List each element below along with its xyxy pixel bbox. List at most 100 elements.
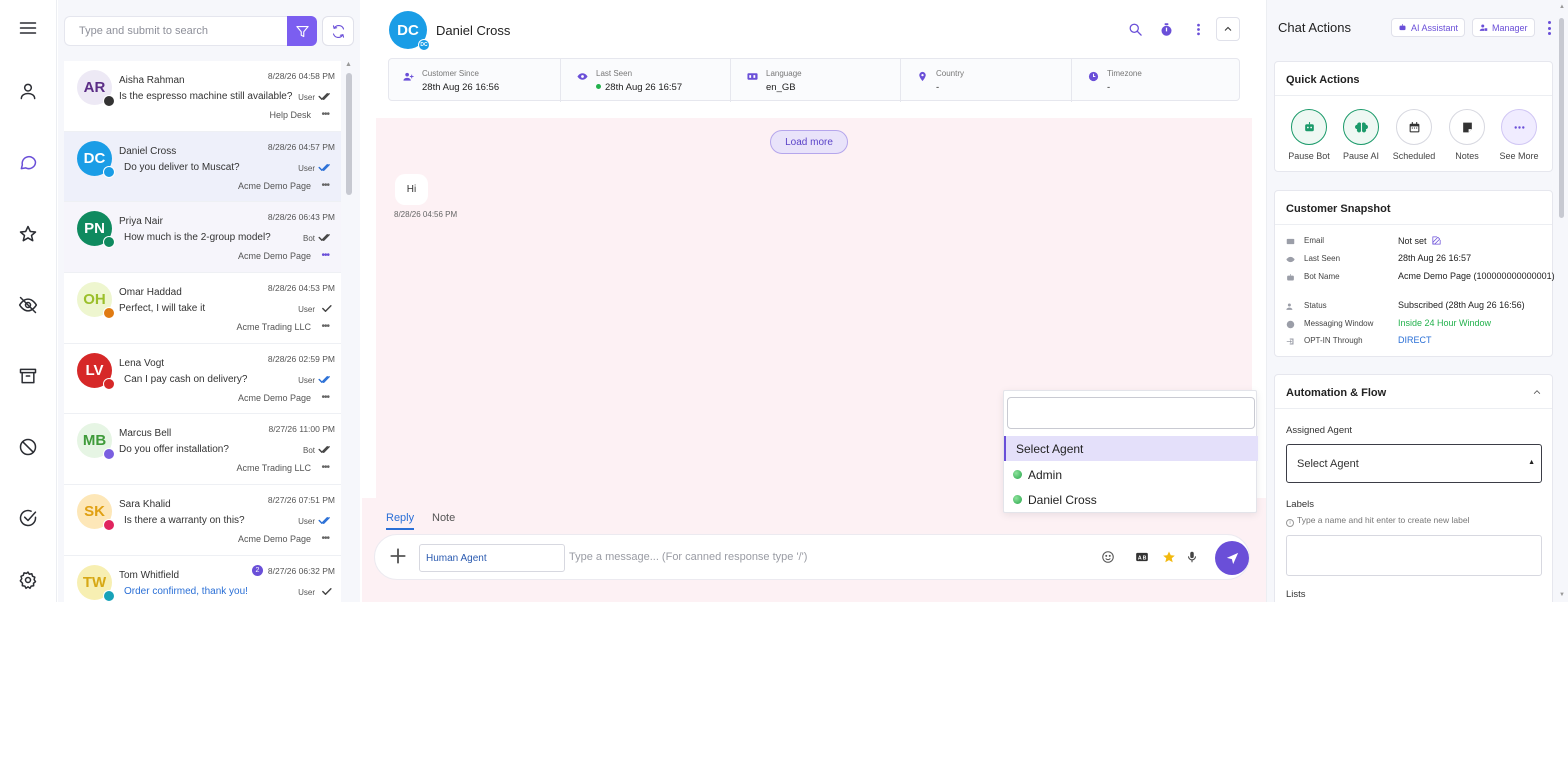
agent-dropdown-search[interactable] [1007, 397, 1255, 429]
contacts-icon[interactable] [16, 79, 40, 103]
conversation-item[interactable]: AR Aisha Rahman 8/28/26 04:58 PM Is the esp… [64, 61, 341, 132]
agent-mode-select[interactable]: Human Agent [419, 544, 565, 572]
conversation-more-icon[interactable]: ••• [321, 322, 329, 332]
microphone-icon[interactable] [1184, 549, 1200, 565]
info-value: - [1107, 82, 1110, 93]
scroll-down-arrow-icon[interactable]: ▼ [1559, 592, 1565, 598]
pause-bot-icon [1291, 109, 1327, 145]
conversation-name: Daniel Cross [119, 145, 177, 157]
quick-actions-card: Quick Actions Pause Bot Pause AI Schedul… [1274, 61, 1553, 172]
translate-icon [747, 71, 759, 83]
edit-icon[interactable] [1431, 235, 1442, 249]
agent-dropdown: Select Agent Admin Daniel Cross [1003, 390, 1258, 513]
customer-snapshot-card: Customer Snapshot Email Not set Last Seen 2… [1274, 190, 1555, 357]
conversation-more-icon[interactable]: ••• [321, 110, 329, 120]
conversation-page: Help Desk [269, 110, 311, 120]
icon-rail [0, 0, 57, 602]
conversation-more-icon[interactable]: ••• [321, 180, 329, 190]
conversation-item[interactable]: DC Daniel Cross 8/28/26 04:57 PM Do you del… [64, 131, 341, 203]
status-user-icon [1286, 302, 1295, 311]
notes-label: Notes [1455, 151, 1479, 161]
more-horizontal-icon [1501, 109, 1537, 145]
conversation-more-icon[interactable]: ••• [321, 463, 329, 473]
conversation-more-icon[interactable]: ••• [321, 534, 329, 544]
panel-more-icon[interactable] [1545, 20, 1553, 36]
conversation-item[interactable]: TW Tom Whitfield 2 8/27/26 06:32 PM Order co… [64, 555, 341, 602]
labels-label: Labels [1286, 499, 1314, 510]
conversation-item[interactable]: MB Marcus Bell 8/27/26 11:00 PM Do you offe… [64, 414, 341, 486]
timer-icon[interactable] [1157, 20, 1175, 38]
pause-bot-action[interactable]: Pause Bot [1284, 109, 1334, 161]
scheduled-label: Scheduled [1392, 151, 1436, 161]
emoji-icon[interactable] [1100, 549, 1116, 565]
chat-search-icon[interactable] [1126, 20, 1144, 38]
star-icon[interactable] [16, 222, 40, 246]
customer-snapshot-title: Customer Snapshot [1286, 203, 1391, 215]
conversation-page: Acme Trading LLC [236, 322, 311, 333]
info-label: Timezone [1107, 69, 1142, 78]
tab-reply[interactable]: Reply [386, 512, 415, 530]
refresh-button[interactable] [322, 16, 354, 46]
chat-bubble-icon[interactable] [16, 150, 40, 174]
list-scroll-thumb[interactable] [346, 73, 352, 195]
robot-icon [1399, 24, 1406, 31]
conversation-item[interactable]: SK Sara Khalid 8/27/26 07:51 PM Is there a … [64, 485, 341, 556]
chat-contact-name: Daniel Cross [436, 23, 511, 38]
see-more-action[interactable]: See More [1494, 109, 1544, 161]
translate-icon[interactable]: AB [1134, 549, 1150, 565]
labels-input[interactable] [1286, 535, 1542, 576]
sender-label: User [298, 305, 315, 315]
see-more-label: See More [1499, 151, 1539, 161]
chat-header: DC DC Daniel Cross [362, 0, 1266, 58]
conversation-sender: User [298, 587, 333, 598]
message-input[interactable] [569, 545, 1089, 569]
list-scrollbar[interactable]: ▲ [345, 61, 352, 602]
more-vertical-icon[interactable] [1189, 20, 1207, 38]
scroll-up-arrow-icon[interactable]: ▲ [345, 61, 352, 68]
send-button[interactable] [1215, 541, 1249, 575]
notes-action[interactable]: Notes [1442, 109, 1492, 161]
filter-button[interactable] [287, 16, 317, 46]
load-more-button[interactable]: Load more [770, 130, 848, 154]
archive-icon[interactable] [16, 364, 40, 388]
agent-option-admin[interactable]: Admin [1004, 462, 1258, 487]
chat-actions-panel: Chat Actions AI Assistant Manager Quick … [1266, 0, 1568, 602]
conversation-item[interactable]: LV Lena Vogt 8/28/26 02:59 PM Can I pay cas… [64, 343, 341, 415]
conversation-more-icon[interactable]: ••• [321, 392, 329, 402]
scheduled-action[interactable]: Scheduled [1389, 109, 1439, 161]
tab-note[interactable]: Note [432, 512, 455, 528]
settings-gear-icon[interactable] [16, 568, 40, 592]
collapse-header-button[interactable] [1216, 17, 1240, 41]
snapshot-value-text: DIRECT [1398, 335, 1432, 345]
hamburger-menu-icon[interactable] [16, 16, 40, 40]
manager-button[interactable]: Manager [1472, 18, 1535, 37]
collapse-chevron-up-icon[interactable] [1532, 387, 1542, 397]
assigned-agent-select[interactable]: Select Agent ▲ [1286, 444, 1542, 483]
favorite-star-icon[interactable] [1161, 549, 1177, 565]
notes-icon [1449, 109, 1485, 145]
assigned-agent-label: Assigned Agent [1286, 425, 1353, 436]
panel-scrollbar[interactable]: ▲ ▼ [1559, 4, 1565, 600]
online-dot-icon [596, 84, 601, 89]
conversation-time: 8/27/26 11:00 PM [268, 424, 335, 435]
blocked-icon[interactable] [16, 435, 40, 459]
conversation-time: 8/28/26 04:57 PM [267, 141, 335, 152]
panel-scroll-thumb[interactable] [1559, 18, 1564, 218]
conversation-more-icon[interactable]: ••• [321, 251, 329, 261]
agent-option-select-agent[interactable]: Select Agent [1004, 436, 1258, 461]
resolved-check-icon[interactable] [16, 506, 40, 530]
eye-off-icon[interactable] [16, 293, 40, 317]
scroll-up-arrow-icon[interactable]: ▲ [1559, 4, 1565, 10]
conversation-item[interactable]: PN Priya Nair 8/28/26 06:43 PM How much is … [64, 202, 341, 274]
search-input[interactable] [64, 16, 288, 46]
eye-icon [1286, 255, 1295, 264]
pause-ai-action[interactable]: Pause AI [1336, 109, 1386, 161]
conversation-last-message: Order confirmed, thank you! [124, 585, 248, 597]
conversation-item[interactable]: OH Omar Haddad 8/28/26 04:53 PM Perfect, I … [64, 273, 341, 344]
ai-assistant-button[interactable]: AI Assistant [1391, 18, 1466, 37]
read-receipt-icon [318, 92, 333, 103]
conversation-name: Priya Nair [119, 216, 163, 228]
agent-option-daniel-cross[interactable]: Daniel Cross [1004, 487, 1258, 512]
read-receipt-icon [318, 375, 333, 386]
attach-plus-icon[interactable] [388, 546, 408, 566]
